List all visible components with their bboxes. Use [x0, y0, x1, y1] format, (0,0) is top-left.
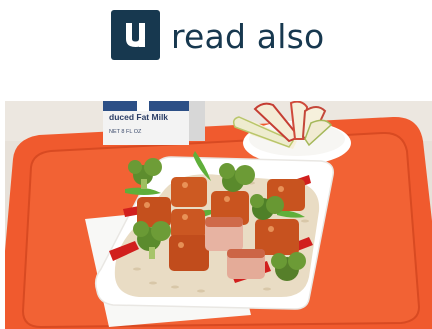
read-also-header[interactable]: read also [111, 9, 324, 61]
read-also-label: read also [171, 16, 325, 56]
milk-carton: duced Fat Milk NET 8 FL OZ [103, 101, 205, 145]
svg-text:NET 8 FL OZ: NET 8 FL OZ [109, 129, 142, 135]
svg-text:duced Fat Milk: duced Fat Milk [109, 112, 168, 122]
article-read-also-block: read also duced Fat Milk NET 8 FL OZ [0, 0, 432, 329]
article-thumbnail-image[interactable]: duced Fat Milk NET 8 FL OZ [5, 101, 432, 329]
brand-logo-icon [111, 10, 160, 60]
